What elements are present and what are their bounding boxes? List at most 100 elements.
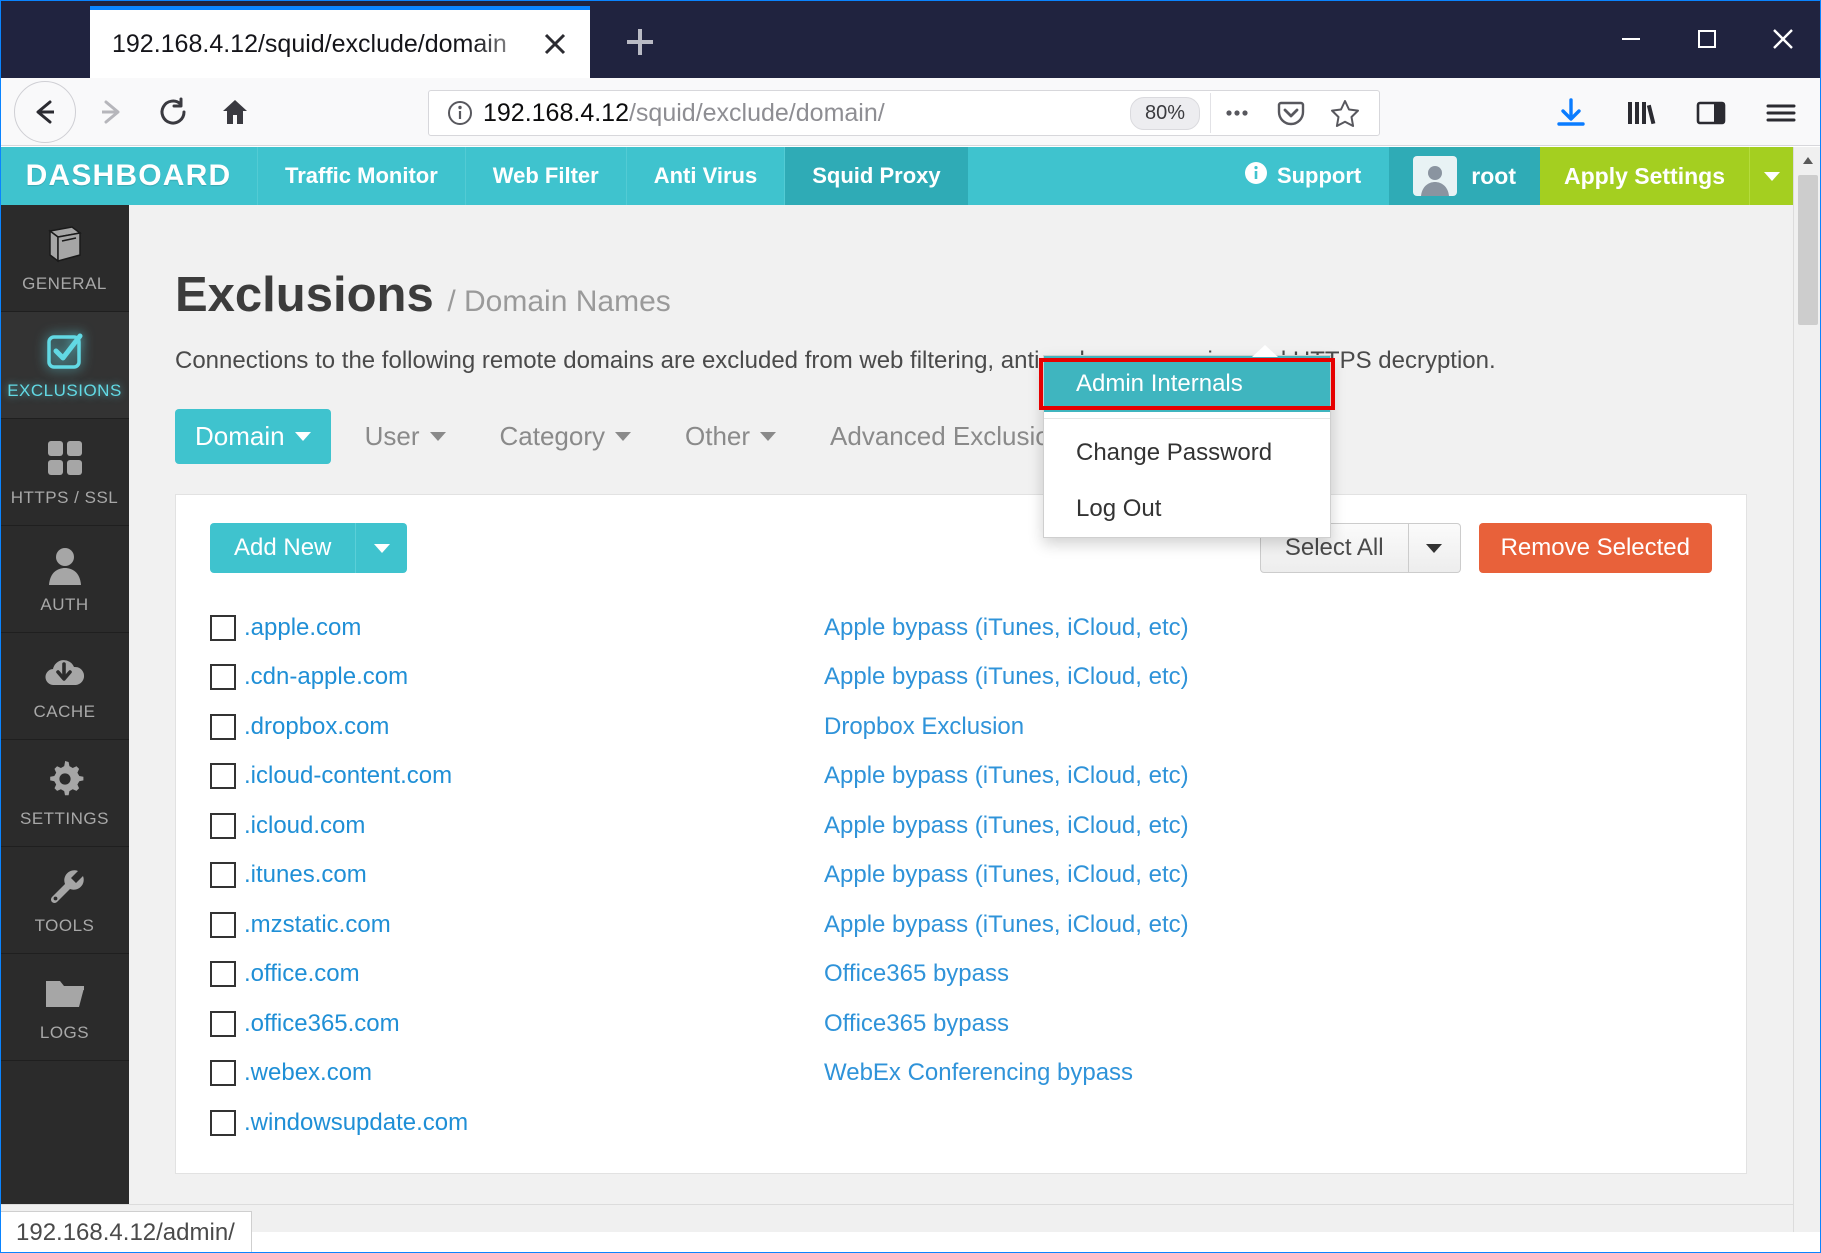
sidebar-item-tools[interactable]: TOOLS [0, 847, 129, 954]
table-row[interactable]: .webex.com WebEx Conferencing bypass [210, 1049, 1712, 1099]
tab-other[interactable]: Other [665, 409, 796, 464]
row-description[interactable]: Apple bypass (iTunes, iCloud, etc) [824, 762, 1189, 790]
tab-user[interactable]: User [345, 409, 466, 464]
row-description[interactable]: WebEx Conferencing bypass [824, 1059, 1133, 1087]
sidebar-item-settings[interactable]: SETTINGS [0, 740, 129, 847]
row-checkbox[interactable] [210, 614, 236, 641]
row-domain[interactable]: .dropbox.com [244, 713, 824, 741]
browser-right-actions [1549, 90, 1803, 136]
menu-item-change-password[interactable]: Change Password [1044, 425, 1330, 481]
sidebar-item-auth[interactable]: AUTH [0, 526, 129, 633]
library-icon[interactable] [1619, 91, 1663, 135]
browser-tab[interactable]: 192.168.4.12/squid/exclude/domain [90, 6, 590, 78]
user-menu-button[interactable]: root [1389, 147, 1540, 205]
nav-item-web-filter[interactable]: Web Filter [464, 147, 626, 205]
row-description[interactable]: Apple bypass (iTunes, iCloud, etc) [824, 614, 1189, 642]
table-row[interactable]: .itunes.com Apple bypass (iTunes, iCloud… [210, 851, 1712, 901]
address-bar[interactable]: 192.168.4.12/squid/exclude/domain/ 80% [428, 90, 1380, 136]
row-description[interactable]: Office365 bypass [824, 1010, 1009, 1038]
nav-item-anti-virus[interactable]: Anti Virus [625, 147, 785, 205]
row-checkbox[interactable] [210, 961, 236, 988]
hamburger-menu-icon[interactable] [1759, 91, 1803, 135]
row-checkbox[interactable] [210, 812, 236, 839]
horizontal-scrollbar[interactable] [0, 1204, 1793, 1232]
main-content: Exclusions / Domain Names Connections to… [129, 205, 1793, 1232]
forward-button[interactable] [80, 78, 142, 146]
sidebar-item-logs[interactable]: LOGS [0, 954, 129, 1061]
nav-item-squid-proxy[interactable]: Squid Proxy [784, 147, 968, 205]
tab-domain[interactable]: Domain [175, 409, 331, 464]
table-row[interactable]: .dropbox.com Dropbox Exclusion [210, 702, 1712, 752]
row-domain[interactable]: .office.com [244, 960, 824, 988]
tab-category[interactable]: Category [480, 409, 652, 464]
back-button[interactable] [10, 78, 80, 146]
table-row[interactable]: .icloud.com Apple bypass (iTunes, iCloud… [210, 801, 1712, 851]
new-tab-button[interactable] [605, 6, 675, 78]
add-new-button[interactable]: Add New [210, 523, 356, 573]
row-checkbox[interactable] [210, 763, 236, 790]
table-row[interactable]: .office.com Office365 bypass [210, 950, 1712, 1000]
apply-settings-button[interactable]: Apply Settings [1539, 147, 1793, 205]
zoom-level-badge[interactable]: 80% [1129, 96, 1200, 130]
select-all-caret-icon[interactable] [1408, 523, 1461, 573]
sidebar-item-https-ssl[interactable]: HTTPS / SSL [0, 419, 129, 526]
row-checkbox[interactable] [210, 713, 236, 740]
brand-dashboard[interactable]: DASHBOARD [0, 147, 257, 205]
row-checkbox[interactable] [210, 1060, 236, 1087]
sidebar-item-general[interactable]: GENERAL [0, 205, 129, 312]
scroll-up-icon[interactable] [1794, 147, 1821, 175]
sidebar-item-exclusions[interactable]: EXCLUSIONS [0, 312, 129, 419]
pocket-icon[interactable] [1271, 93, 1311, 133]
row-domain[interactable]: .webex.com [244, 1059, 824, 1087]
row-description[interactable]: Apple bypass (iTunes, iCloud, etc) [824, 663, 1189, 691]
table-row[interactable]: .apple.com Apple bypass (iTunes, iCloud,… [210, 603, 1712, 653]
table-row[interactable]: .windowsupdate.com [210, 1098, 1712, 1148]
remove-selected-button[interactable]: Remove Selected [1478, 523, 1712, 573]
vertical-scrollbar-thumb[interactable] [1798, 175, 1818, 325]
cloud-download-icon [43, 650, 87, 694]
row-domain[interactable]: .itunes.com [244, 861, 824, 889]
row-description[interactable]: Office365 bypass [824, 960, 1009, 988]
row-checkbox[interactable] [210, 862, 236, 889]
sidebar-item-label: GENERAL [22, 274, 107, 293]
row-domain[interactable]: .office365.com [244, 1010, 824, 1038]
download-icon[interactable] [1549, 91, 1593, 135]
add-new-caret-icon[interactable] [355, 523, 408, 573]
row-domain[interactable]: .mzstatic.com [244, 911, 824, 939]
row-domain[interactable]: .apple.com [244, 614, 824, 642]
row-description[interactable]: Apple bypass (iTunes, iCloud, etc) [824, 812, 1189, 840]
star-icon[interactable] [1325, 93, 1365, 133]
sidebar-item-cache[interactable]: CACHE [0, 633, 129, 740]
vertical-scrollbar[interactable] [1793, 147, 1821, 1232]
sidebar-item-label: TOOLS [34, 916, 95, 935]
window-close-icon[interactable] [1745, 0, 1821, 78]
row-domain[interactable]: .windowsupdate.com [244, 1109, 824, 1137]
menu-item-log-out[interactable]: Log Out [1044, 481, 1330, 537]
maximize-icon[interactable] [1669, 0, 1745, 78]
row-checkbox[interactable] [210, 664, 236, 691]
home-button[interactable] [204, 78, 266, 146]
row-domain[interactable]: .icloud-content.com [244, 762, 824, 790]
reload-button[interactable] [142, 78, 204, 146]
minimize-icon[interactable] [1593, 0, 1669, 78]
chevron-down-icon[interactable] [1749, 147, 1793, 205]
info-icon[interactable] [443, 98, 477, 128]
row-checkbox[interactable] [210, 1010, 236, 1037]
ellipsis-icon[interactable] [1217, 93, 1257, 133]
support-button[interactable]: Support [1216, 147, 1389, 205]
tab-close-icon[interactable] [538, 27, 572, 61]
sidebar-icon[interactable] [1689, 91, 1733, 135]
table-row[interactable]: .office365.com Office365 bypass [210, 999, 1712, 1049]
row-description[interactable]: Apple bypass (iTunes, iCloud, etc) [824, 861, 1189, 889]
row-domain[interactable]: .icloud.com [244, 812, 824, 840]
row-description[interactable]: Dropbox Exclusion [824, 713, 1024, 741]
table-row[interactable]: .icloud-content.com Apple bypass (iTunes… [210, 752, 1712, 802]
table-row[interactable]: .mzstatic.com Apple bypass (iTunes, iClo… [210, 900, 1712, 950]
row-checkbox[interactable] [210, 1109, 236, 1136]
table-row[interactable]: .cdn-apple.com Apple bypass (iTunes, iCl… [210, 653, 1712, 703]
row-domain[interactable]: .cdn-apple.com [244, 663, 824, 691]
row-checkbox[interactable] [210, 911, 236, 938]
row-description[interactable]: Apple bypass (iTunes, iCloud, etc) [824, 911, 1189, 939]
nav-item-traffic-monitor[interactable]: Traffic Monitor [257, 147, 465, 205]
menu-item-admin-internals[interactable]: Admin Internals [1044, 356, 1330, 412]
